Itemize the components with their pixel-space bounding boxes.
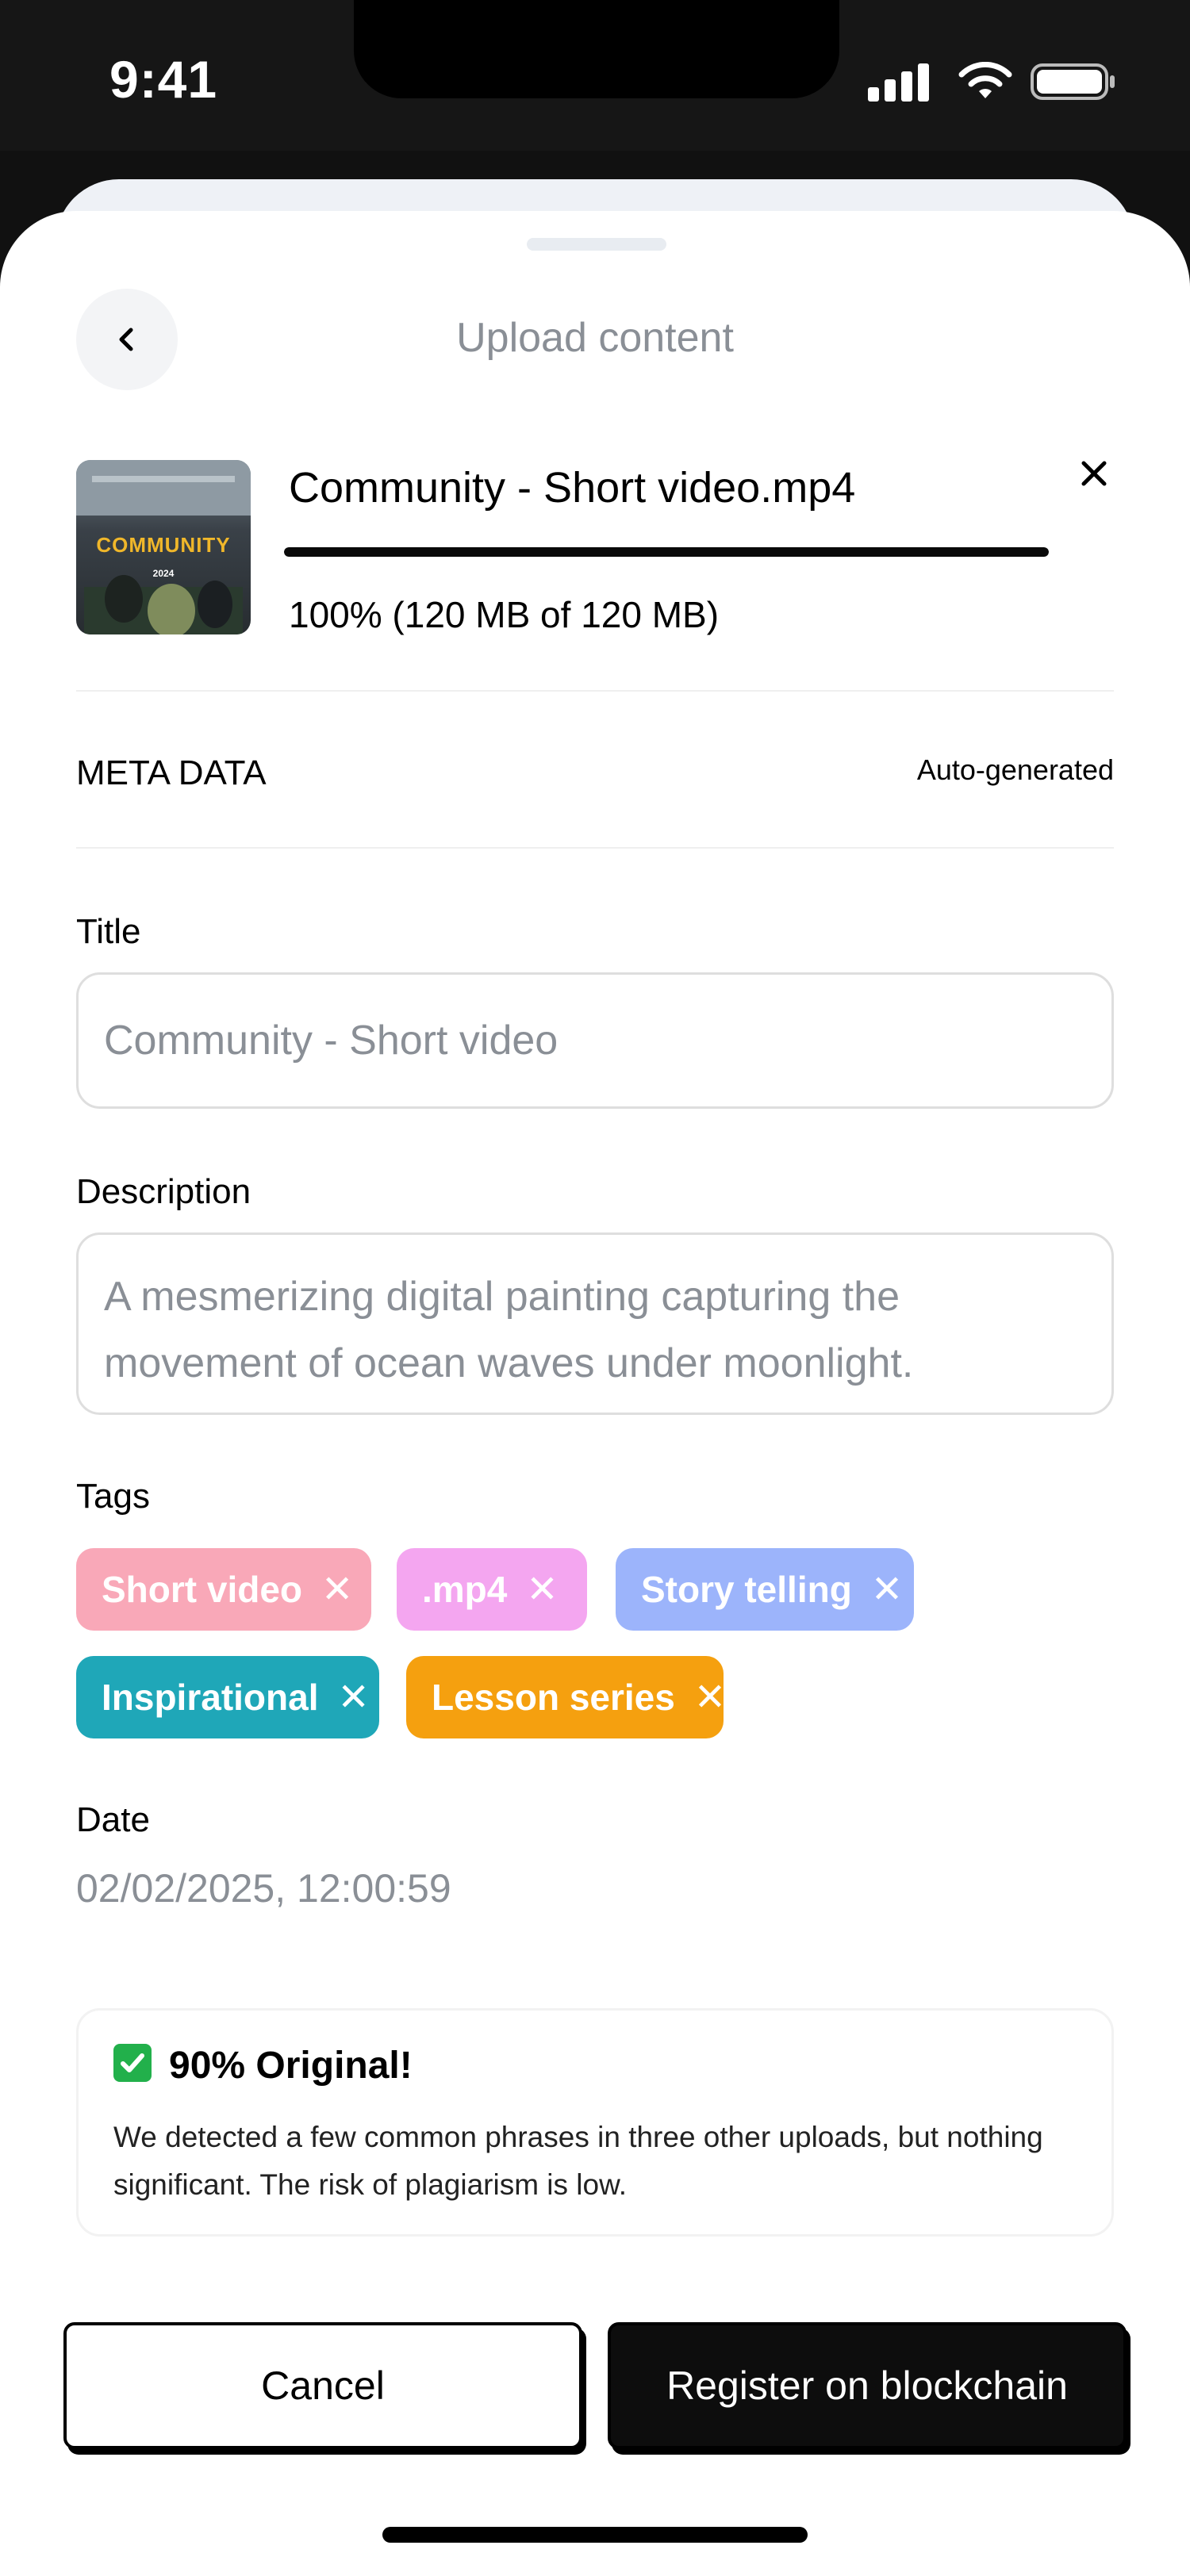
status-bar: 9:41	[0, 0, 1190, 151]
tag-label: Lesson series	[432, 1677, 675, 1718]
remove-tag-icon[interactable]: ✕	[871, 1567, 903, 1612]
register-on-blockchain-button[interactable]: Register on blockchain	[608, 2322, 1127, 2449]
originality-card: 90% Original! We detected a few common p…	[76, 2008, 1114, 2237]
signal-icon	[868, 62, 930, 102]
date-value: 02/02/2025, 12:00:59	[76, 1866, 451, 1911]
remove-tag-icon[interactable]: ✕	[694, 1675, 726, 1719]
home-indicator	[382, 2527, 808, 2543]
file-name: Community - Short video.mp4	[289, 464, 856, 512]
wifi-icon	[958, 62, 1012, 98]
originality-description: We detected a few common phrases in thre…	[113, 2121, 1043, 2201]
upload-progress-fill	[284, 547, 1049, 557]
status-time: 9:41	[109, 50, 218, 109]
tag-chip[interactable]: Lesson series ✕	[406, 1656, 726, 1738]
upload-progress-text: 100% (120 MB of 120 MB)	[289, 594, 720, 635]
tag-label: Story telling	[641, 1569, 852, 1610]
description-input[interactable]: A mesmerizing digital painting capturing…	[76, 1232, 1114, 1415]
thumbnail-year: 2024	[152, 568, 175, 579]
page-title: Upload content	[456, 315, 734, 361]
close-icon[interactable]	[1069, 449, 1119, 498]
cancel-button[interactable]: Cancel	[63, 2322, 582, 2449]
divider	[76, 847, 1114, 849]
title-input[interactable]: Community - Short video	[76, 972, 1114, 1109]
sheet-grabber[interactable]	[527, 238, 666, 251]
originality-title: 90% Original!	[169, 2045, 413, 2087]
tag-chip[interactable]: Story telling ✕	[616, 1548, 914, 1631]
thumbnail-title: COMMUNITY	[96, 533, 231, 557]
tag-label: Inspirational	[102, 1677, 319, 1718]
remove-tag-icon[interactable]: ✕	[337, 1675, 369, 1719]
video-thumbnail: COMMUNITY 2024	[76, 460, 251, 634]
auto-generated-label: Auto-generated	[916, 753, 1114, 786]
notch	[354, 0, 839, 98]
tags-label: Tags	[76, 1477, 150, 1516]
tag-label: .mp4	[422, 1569, 508, 1610]
description-label: Description	[76, 1172, 251, 1211]
remove-tag-icon[interactable]: ✕	[321, 1567, 353, 1612]
meta-data-label: META DATA	[76, 753, 267, 792]
tag-chip[interactable]: Inspirational ✕	[76, 1656, 379, 1738]
tag-label: Short video	[102, 1569, 303, 1610]
tag-chip[interactable]: Short video ✕	[76, 1548, 371, 1631]
remove-tag-icon[interactable]: ✕	[526, 1567, 558, 1612]
battery-icon	[1031, 63, 1115, 100]
date-label: Date	[76, 1800, 150, 1839]
upload-progress-bar	[284, 547, 1049, 557]
divider	[76, 690, 1114, 692]
check-icon	[113, 2044, 152, 2082]
title-label: Title	[76, 912, 141, 951]
tag-chip[interactable]: .mp4 ✕	[397, 1548, 587, 1631]
